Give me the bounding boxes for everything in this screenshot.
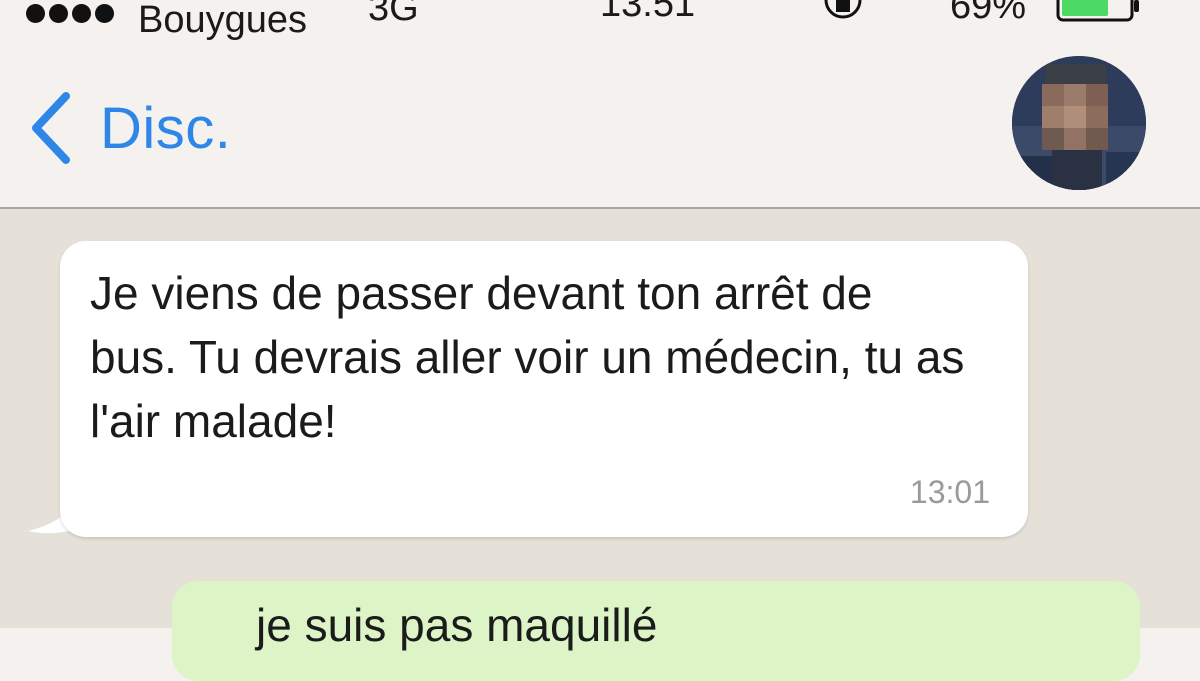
- back-label: Disc.: [100, 95, 232, 161]
- contact-avatar[interactable]: [1012, 56, 1146, 190]
- signal-strength-icon: [26, 4, 114, 23]
- chat-header: Disc.: [0, 44, 1200, 209]
- chat-area[interactable]: Je viens de passer devant ton arrêt de b…: [0, 209, 1200, 681]
- status-bar: Bouygues 3G 13:51 69%: [0, 0, 1200, 44]
- message-text: je suis pas maquillé: [256, 599, 658, 651]
- carrier-name: Bouygues: [138, 0, 308, 41]
- back-button[interactable]: Disc.: [24, 88, 231, 168]
- outgoing-message[interactable]: je suis pas maquillé: [172, 581, 1140, 681]
- message-text: Je viens de passer devant ton arrêt de b…: [90, 267, 965, 447]
- battery-icon: [1056, 0, 1139, 22]
- status-time: 13:51: [600, 0, 696, 25]
- incoming-message[interactable]: Je viens de passer devant ton arrêt de b…: [60, 241, 1028, 537]
- rotation-lock-icon: [824, 0, 862, 19]
- network-type: 3G: [368, 0, 419, 29]
- message-time: 13:01: [909, 474, 990, 510]
- avatar-image: [1012, 56, 1146, 190]
- battery-percentage: 69%: [950, 0, 1027, 27]
- chevron-left-icon: [32, 92, 70, 164]
